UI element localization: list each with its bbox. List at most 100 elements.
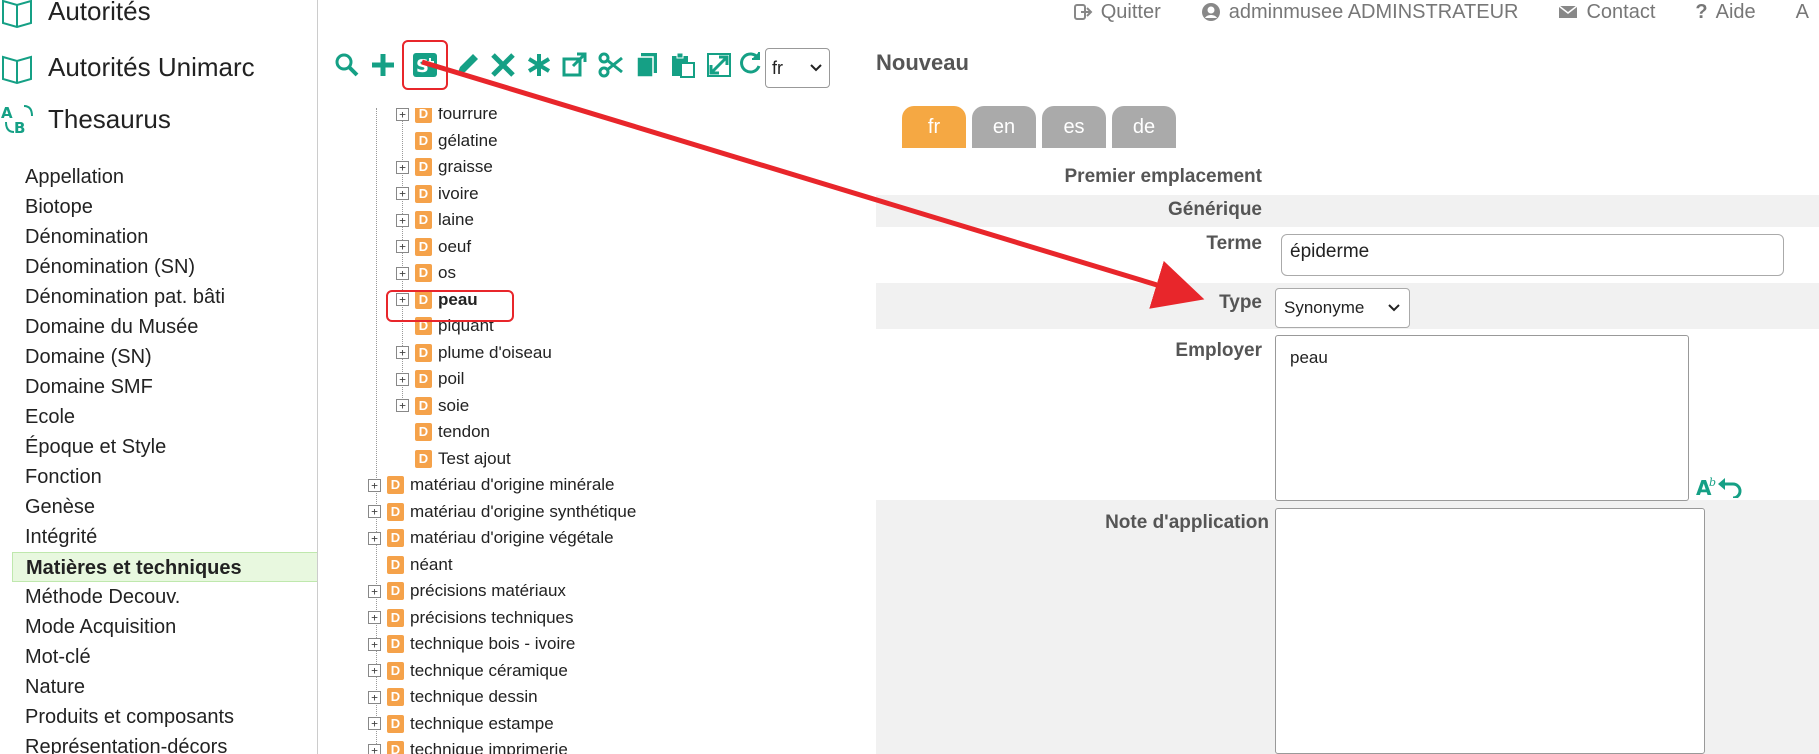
authority-item[interactable]: Intégrité [12,522,317,552]
user-link[interactable]: adminmusee ADMINSTRATEUR [1201,1,1518,24]
expand-icon[interactable]: + [396,266,409,280]
expand-icon[interactable]: + [396,399,409,412]
expand-icon[interactable]: + [396,240,409,253]
edit-button[interactable] [452,50,482,80]
expand-icon[interactable]: + [368,743,381,754]
tree-node[interactable]: + Doeuf [396,235,471,259]
expand-icon[interactable]: + [368,531,381,545]
tree-node[interactable]: + Dplume d'oiseau [396,341,552,365]
authority-item[interactable]: Dénomination pat. bâti [12,282,317,312]
authority-item[interactable]: Méthode Decouv. [12,582,317,612]
asterisk-button[interactable] [524,50,554,80]
term-input[interactable]: épiderme [1281,234,1784,276]
tree-node[interactable]: D Test ajout [396,447,511,471]
expand-icon[interactable]: + [396,160,409,174]
tree-node[interactable]: + Divoire [396,182,479,206]
authority-item[interactable]: Représentation-décors [12,732,317,754]
tree-node[interactable]: + Dmatériau d'origine minérale [368,473,615,497]
expand-icon[interactable]: + [368,717,381,730]
employ-textarea[interactable]: peau [1275,335,1689,501]
delete-button[interactable] [488,50,518,80]
tree-node[interactable]: + Dgraisse [396,155,493,179]
copy-icon [636,53,657,78]
search-button[interactable] [332,50,362,80]
tree-node[interactable]: + Dprécisions matériaux [368,579,566,603]
expand-icon[interactable]: + [368,505,381,518]
add-synonym-icon: S [413,53,437,77]
tab-en[interactable]: en [972,106,1036,148]
open-button[interactable] [560,50,590,80]
authority-item[interactable]: Mode Acquisition [12,612,317,642]
expand-icon[interactable]: + [396,108,409,121]
tree-node[interactable]: + Dsoie [396,394,469,418]
authority-item[interactable]: Appellation [12,162,317,192]
authority-item[interactable]: Fonction [12,462,317,492]
expand-icon[interactable]: + [368,637,381,651]
add-button[interactable] [368,50,398,80]
term-label: Terme [1206,233,1262,254]
authority-item[interactable]: Époque et Style [12,432,317,462]
tab-es[interactable]: es [1042,106,1106,148]
tree-node[interactable]: + Dmatériau d'origine végétale [368,526,614,550]
authority-item[interactable]: Dénomination [12,222,317,252]
contact-link[interactable]: Contact [1558,1,1655,24]
tab-de[interactable]: de [1112,106,1176,148]
tree-node[interactable]: + Dtechnique dessin [368,685,538,709]
language-select[interactable]: fr [765,48,830,88]
authority-item[interactable]: Mot-clé [12,642,317,672]
module-autorites-unimarc[interactable]: Autorités Unimarc [0,50,255,84]
expand-icon[interactable]: + [368,611,381,624]
expand-icon[interactable]: + [368,584,381,598]
module-thesaurus[interactable]: AB Thesaurus [0,102,171,137]
authority-item[interactable]: Domaine du Musée [12,312,317,342]
authority-item[interactable]: Ecole [12,402,317,432]
tree-node[interactable]: + Dpoil [396,367,464,391]
paste-icon [672,52,695,78]
descriptor-icon: D [387,608,404,627]
tree-node[interactable]: + Dtechnique céramique [368,659,568,683]
tree-node[interactable]: + Dlaine [396,208,474,232]
note-textarea[interactable] [1275,508,1705,754]
type-select[interactable]: Synonyme [1275,288,1410,328]
authority-item[interactable]: Domaine SMF [12,372,317,402]
help-link[interactable]: ? Aide [1695,1,1755,24]
copy-button[interactable] [632,50,662,80]
tree-node[interactable]: + Dprécisions techniques [368,606,573,630]
authority-item[interactable]: Nature [12,672,317,702]
module-autorites[interactable]: Autorités [0,0,151,28]
extra-link[interactable]: A [1796,1,1809,24]
tree-node[interactable]: Dnéant [368,553,453,577]
authority-item[interactable]: Dénomination (SN) [12,252,317,282]
tree-node[interactable]: + Dos [396,261,456,285]
chevron-down-icon [810,64,822,72]
module-label: Thesaurus [48,103,171,134]
expand-icon[interactable]: + [368,664,381,677]
expand-icon[interactable]: + [396,187,409,200]
authority-item[interactable]: Domaine (SN) [12,342,317,372]
expand-icon[interactable]: + [396,372,409,386]
add-synonym-button[interactable]: S [402,40,448,90]
authority-item[interactable]: Biotope [12,192,317,222]
refresh-icon[interactable] [737,50,763,76]
spellcheck-undo-icon[interactable]: Ab [1696,474,1744,498]
tab-fr[interactable]: fr [902,106,966,148]
tree-node[interactable]: Dgélatine [396,129,498,153]
cut-button[interactable] [596,50,626,80]
expand-icon[interactable]: + [368,690,381,704]
svg-text:S: S [416,56,429,77]
quit-link[interactable]: Quitter [1073,1,1161,24]
expand-icon[interactable]: + [368,478,381,492]
expand-icon[interactable]: + [396,213,409,227]
authority-item[interactable]: Genèse [12,492,317,522]
move-button[interactable] [704,50,734,80]
authority-item[interactable]: Produits et composants [12,702,317,732]
tree-node[interactable]: + Dtechnique estampe [368,712,554,736]
expand-icon[interactable]: + [396,346,409,359]
tree-node[interactable]: + Dtechnique imprimerie [368,738,568,754]
authority-item-selected[interactable]: Matières et techniques [12,552,317,582]
tree-node[interactable]: + Dmatériau d'origine synthétique [368,500,636,524]
tree-node[interactable]: + Dfourrure [396,108,498,126]
tree-node[interactable]: Dtendon [396,420,490,444]
tree-node[interactable]: + Dtechnique bois - ivoire [368,632,575,656]
paste-button[interactable] [668,50,698,80]
